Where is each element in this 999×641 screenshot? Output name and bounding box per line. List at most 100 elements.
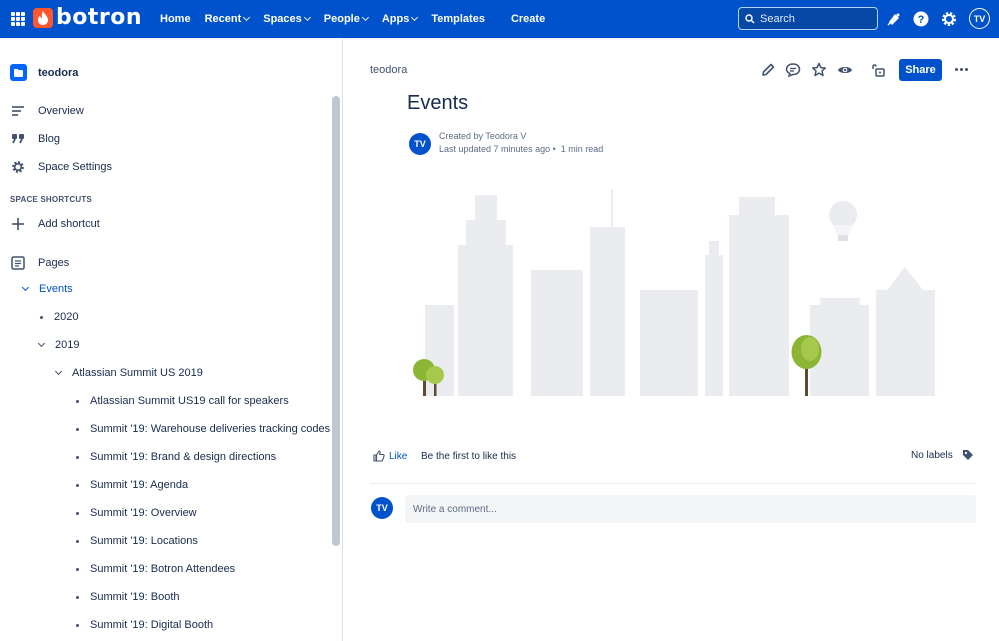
tree-item-label: Events — [39, 283, 73, 295]
share-button[interactable]: Share — [899, 59, 942, 81]
last-updated-text[interactable]: Last updated 7 minutes ago — [439, 144, 550, 154]
plus-icon — [10, 216, 26, 232]
nav-apps[interactable]: Apps — [382, 13, 419, 25]
comment-icon[interactable] — [785, 62, 801, 78]
nav-recent[interactable]: Recent — [205, 13, 251, 25]
tree-item-label: Summit '19: Locations — [90, 535, 198, 547]
thumbs-up-icon — [373, 450, 385, 462]
tree-item-2020[interactable]: 2020 — [40, 311, 78, 323]
botron-logo[interactable]: botron — [33, 5, 143, 30]
tree-item-agenda[interactable]: Summit '19: Agenda — [76, 479, 188, 491]
tree-item-overview[interactable]: Summit '19: Overview — [76, 507, 197, 519]
sidebar-item-overview[interactable]: Overview — [10, 103, 84, 119]
tree-item-warehouse-deliveries[interactable]: Summit '19: Warehouse deliveries trackin… — [76, 423, 330, 435]
bullet-icon — [76, 483, 79, 487]
pages-icon — [10, 255, 26, 271]
sidebar-item-label: Overview — [38, 105, 84, 117]
divider — [370, 483, 976, 484]
nav-templates-label: Templates — [431, 13, 485, 25]
search-input[interactable] — [760, 12, 870, 25]
top-navigation-bar: botron Home Recent Spaces People Apps Te… — [0, 0, 999, 38]
commenter-avatar[interactable]: TV — [371, 497, 393, 519]
tree-item-2019[interactable]: 2019 — [37, 339, 80, 351]
nav-spaces-label: Spaces — [263, 13, 302, 25]
tree-item-label: 2020 — [54, 311, 79, 323]
tree-item-digital-booth[interactable]: Summit '19: Digital Booth — [76, 619, 213, 631]
bullet-icon — [76, 399, 79, 403]
tree-item-label: Summit '19: Agenda — [90, 479, 189, 491]
sidebar-item-space-settings[interactable]: Space Settings — [10, 159, 112, 175]
settings-gear-icon[interactable] — [940, 10, 958, 28]
flame-icon — [33, 8, 53, 28]
search-box[interactable] — [738, 7, 878, 30]
tree-item-label: Summit '19: Brand & design directions — [90, 451, 277, 463]
nav-templates[interactable]: Templates — [431, 13, 485, 25]
space-shortcuts-heading: SPACE SHORTCUTS — [10, 195, 92, 204]
bullet-icon — [76, 539, 79, 543]
svg-text:?: ? — [918, 14, 925, 26]
nav-spaces[interactable]: Spaces — [263, 13, 311, 25]
tree-item-label: Summit '19: Botron Attendees — [90, 563, 236, 575]
created-by-text[interactable]: Created by Teodora V — [439, 131, 526, 141]
create-button[interactable]: Create — [511, 13, 545, 25]
chevron-down-icon[interactable] — [21, 283, 30, 292]
tree-item-booth[interactable]: Summit '19: Booth — [76, 591, 180, 603]
like-label: Like — [389, 450, 408, 462]
more-actions-icon[interactable] — [955, 68, 968, 71]
labels-section: No labels — [911, 449, 974, 461]
tree-item-atlassian-summit-us-2019[interactable]: Atlassian Summit US 2019 — [54, 367, 203, 379]
watch-eye-icon[interactable] — [837, 62, 853, 78]
empty-page-skyline-illustration — [413, 189, 935, 396]
balloon — [829, 201, 857, 241]
author-avatar[interactable]: TV — [409, 133, 431, 155]
bullet-icon — [40, 315, 43, 319]
bullet-icon — [76, 623, 79, 627]
read-time: 1 min read — [560, 144, 604, 154]
create-label: Create — [510, 13, 546, 25]
comment-input[interactable] — [405, 495, 976, 523]
created-by: Created by Teodora V — [439, 131, 526, 141]
search-icon — [745, 13, 755, 23]
chevron-down-icon — [411, 13, 419, 22]
like-button[interactable]: Like — [373, 450, 407, 462]
nav-home-label: Home — [160, 13, 191, 25]
sidebar-item-blog[interactable]: Blog — [10, 131, 60, 147]
help-icon[interactable]: ? — [912, 10, 930, 28]
edit-pencil-icon[interactable] — [760, 62, 776, 78]
overview-icon — [10, 103, 26, 119]
sidebar-scrollbar[interactable] — [332, 96, 340, 546]
chevron-down-icon[interactable] — [37, 339, 46, 348]
tree-item-label: Summit '19: Digital Booth — [90, 619, 214, 631]
nav-home[interactable]: Home — [160, 13, 191, 25]
restrictions-lock-icon[interactable] — [870, 62, 886, 78]
sidebar: teodora Overview Blog Space Settings SPA… — [0, 38, 343, 641]
nav-people[interactable]: People — [323, 13, 369, 25]
tree-item-label: Summit '19: Booth — [90, 591, 180, 603]
chevron-down-icon[interactable] — [54, 367, 63, 376]
add-shortcut-button[interactable]: Add shortcut — [10, 216, 100, 232]
tag-icon[interactable] — [962, 449, 974, 461]
chevron-down-icon — [243, 13, 251, 22]
tree-item-events[interactable]: Events — [21, 283, 73, 295]
breadcrumb[interactable]: teodora — [370, 64, 407, 76]
tree-item-locations[interactable]: Summit '19: Locations — [76, 535, 198, 547]
tree-item-label: Summit '19: Warehouse deliveries trackin… — [90, 423, 331, 435]
quote-icon — [10, 131, 26, 147]
star-icon[interactable] — [811, 62, 827, 78]
nav-people-label: People — [323, 13, 360, 25]
space-header[interactable]: teodora — [10, 64, 78, 81]
tree-item-botron-attendees[interactable]: Summit '19: Botron Attendees — [76, 563, 235, 575]
user-avatar[interactable]: TV — [969, 8, 990, 29]
tree-item-call-for-speakers[interactable]: Atlassian Summit US19 call for speakers — [76, 395, 289, 407]
sidebar-item-pages[interactable]: Pages — [10, 255, 69, 271]
tree-item-brand-design[interactable]: Summit '19: Brand & design directions — [76, 451, 276, 463]
tree-item-label: 2019 — [55, 339, 80, 351]
like-prompt: Be the first to like this — [421, 451, 517, 462]
app-switcher-icon[interactable] — [11, 12, 25, 26]
chevron-down-icon — [361, 13, 369, 22]
logo-text: botron — [56, 5, 143, 30]
meta-separator: • — [550, 144, 561, 154]
bullet-icon — [76, 595, 79, 599]
tree-item-label: Atlassian Summit US 2019 — [72, 367, 203, 379]
notifications-icon[interactable] — [885, 10, 903, 28]
